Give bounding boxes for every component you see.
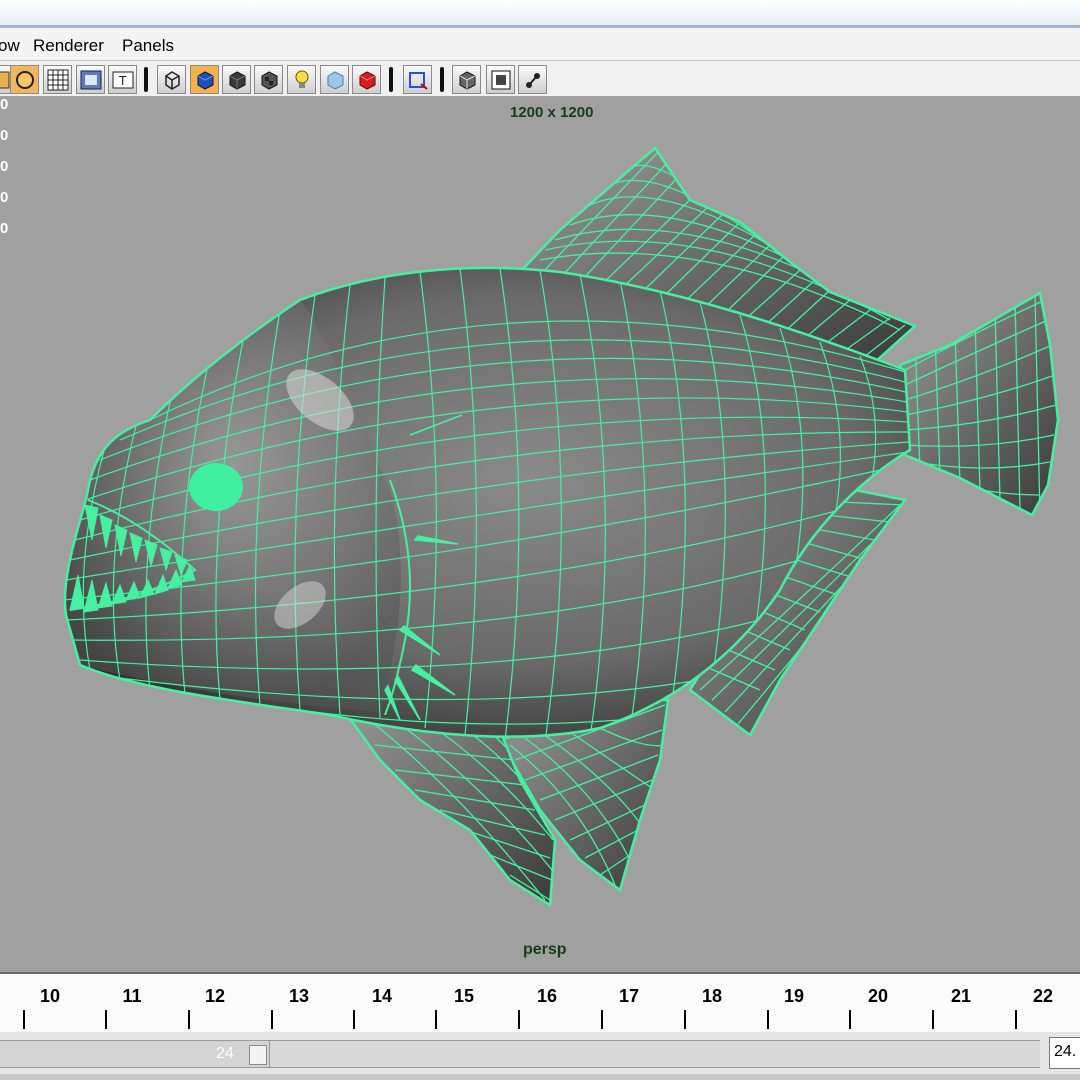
- frame-tick: [353, 1010, 355, 1029]
- time-slider[interactable]: 10 11 12 13 14 15 16 17 18 19 20 21 22: [0, 972, 1080, 1032]
- title-bar: [0, 0, 1080, 28]
- frame-label: 21: [950, 986, 972, 1006]
- toolbar-separator: [389, 67, 393, 92]
- texture-icon[interactable]: [254, 65, 283, 94]
- frame-tick: [684, 1010, 686, 1029]
- joint-xray-icon[interactable]: [518, 65, 547, 94]
- toolbar-separator: [440, 67, 444, 92]
- frame-label: 11: [122, 986, 142, 1006]
- panel-toolbar: T: [0, 62, 1080, 96]
- smooth-shade-icon[interactable]: [190, 65, 219, 94]
- frame-label: 19: [783, 986, 805, 1006]
- frame-tick: [849, 1010, 851, 1029]
- maya-window: ow Renderer Panels T 0 0 0 0 0 1200 x 12…: [0, 0, 1080, 1080]
- frame-label: 13: [288, 986, 310, 1006]
- range-track[interactable]: 24: [0, 1040, 270, 1068]
- frame-label: 10: [39, 986, 61, 1006]
- grid-icon[interactable]: [43, 65, 72, 94]
- wireframe-on-shaded-icon[interactable]: [486, 65, 515, 94]
- frame-tick: [435, 1010, 437, 1029]
- frame-tick: [767, 1010, 769, 1029]
- lighting-icon[interactable]: [287, 65, 316, 94]
- frame-tick: [105, 1010, 107, 1029]
- frame-label: 18: [701, 986, 723, 1006]
- field-chart-icon[interactable]: T: [108, 65, 137, 94]
- shadow-icon[interactable]: [320, 65, 349, 94]
- range-handle[interactable]: [249, 1045, 267, 1065]
- frame-tick: [1015, 1010, 1017, 1029]
- frame-label: 16: [536, 986, 558, 1006]
- menu-renderer[interactable]: Renderer: [33, 36, 104, 56]
- isolate-select-icon[interactable]: [403, 65, 432, 94]
- flat-shade-icon[interactable]: [222, 65, 251, 94]
- frame-tick: [271, 1010, 273, 1029]
- frame-label: 12: [204, 986, 226, 1006]
- frame-tick: [23, 1010, 25, 1029]
- perspective-viewport[interactable]: 0 0 0 0 0 1200 x 1200 persp: [0, 96, 1080, 972]
- end-time-field[interactable]: 24.: [1049, 1037, 1080, 1069]
- frame-tick: [601, 1010, 603, 1029]
- frame-label: 20: [867, 986, 889, 1006]
- frame-label: 22: [1032, 986, 1054, 1006]
- piranha-mesh[interactable]: [0, 96, 1080, 972]
- range-area[interactable]: [270, 1040, 1040, 1068]
- svg-text:T: T: [118, 74, 127, 88]
- wireframe-cube-icon[interactable]: [157, 65, 186, 94]
- frame-label: 17: [618, 986, 640, 1006]
- menu-show[interactable]: ow: [0, 36, 20, 56]
- render-icon[interactable]: [352, 65, 381, 94]
- frame-label: 14: [371, 986, 393, 1006]
- resolution-gate-icon[interactable]: [76, 65, 105, 94]
- range-start-value: 24: [216, 1045, 234, 1062]
- xray-icon[interactable]: [452, 65, 481, 94]
- menu-panels[interactable]: Panels: [122, 36, 174, 56]
- frame-tick: [188, 1010, 190, 1029]
- menu-bar: ow Renderer Panels: [0, 31, 1080, 61]
- frame-tick: [932, 1010, 934, 1029]
- command-line-strip: [0, 1074, 1080, 1080]
- frame-label: 15: [453, 986, 475, 1006]
- film-gate-icon[interactable]: [10, 65, 39, 94]
- toolbar-separator: [144, 67, 148, 92]
- frame-tick: [518, 1010, 520, 1029]
- range-slider: 24 24.: [0, 1032, 1080, 1080]
- camera-label: persp: [523, 941, 567, 958]
